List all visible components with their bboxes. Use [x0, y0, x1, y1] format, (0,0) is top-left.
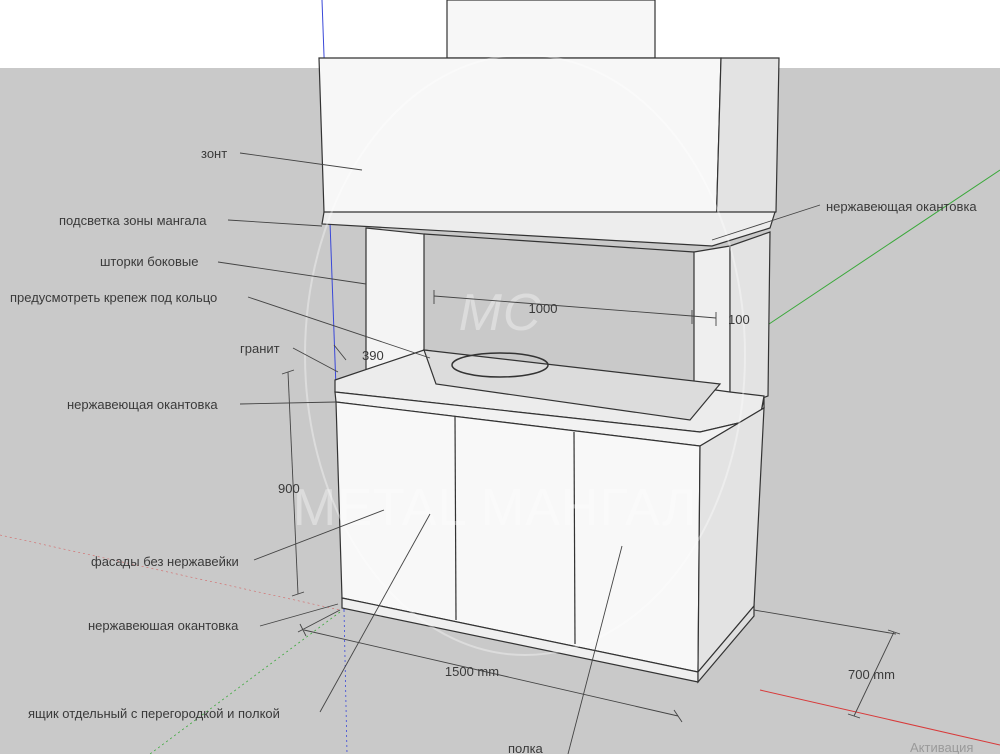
- model-scene[interactable]: MC METAL МАНГАЛ 1000 100 390 900 1500 mm…: [0, 0, 1000, 754]
- label-steel-edge-mid: нержавеющая окантовка: [67, 397, 218, 412]
- chimney: [446, 0, 656, 59]
- label-hood: зонт: [201, 146, 227, 161]
- label-shelf: полка: [508, 741, 544, 754]
- label-steel-edge-top: нержавеющая окантовка: [826, 199, 977, 214]
- label-steel-edge-bottom: нержавеюшая окантовка: [88, 618, 239, 633]
- hood-front: [318, 57, 722, 233]
- label-granite: гранит: [240, 341, 280, 356]
- svg-text:1500 mm: 1500 mm: [445, 664, 499, 679]
- label-hood-light: подсветка зоны мангала: [59, 213, 207, 228]
- right-curtain-back: [693, 245, 731, 405]
- os-activation-notice: Активация: [910, 740, 973, 754]
- svg-text:1000: 1000: [529, 301, 558, 316]
- watermark-brand: METAL МАНГАЛ: [293, 479, 697, 537]
- label-facades: фасады без нержавейки: [91, 554, 239, 569]
- svg-text:390: 390: [362, 348, 384, 363]
- label-side-curtains: шторки боковые: [100, 254, 198, 269]
- label-ring-mount: предусмотреть крепеж под кольцо: [10, 290, 217, 305]
- svg-text:700 mm: 700 mm: [848, 667, 895, 682]
- hood-side: [715, 57, 780, 233]
- svg-text:100: 100: [728, 312, 750, 327]
- svg-text:900: 900: [278, 481, 300, 496]
- cad-viewport[interactable]: MC METAL МАНГАЛ 1000 100 390 900 1500 mm…: [0, 0, 1000, 754]
- label-drawer: ящик отдельный с перегородкой и полкой: [28, 706, 280, 721]
